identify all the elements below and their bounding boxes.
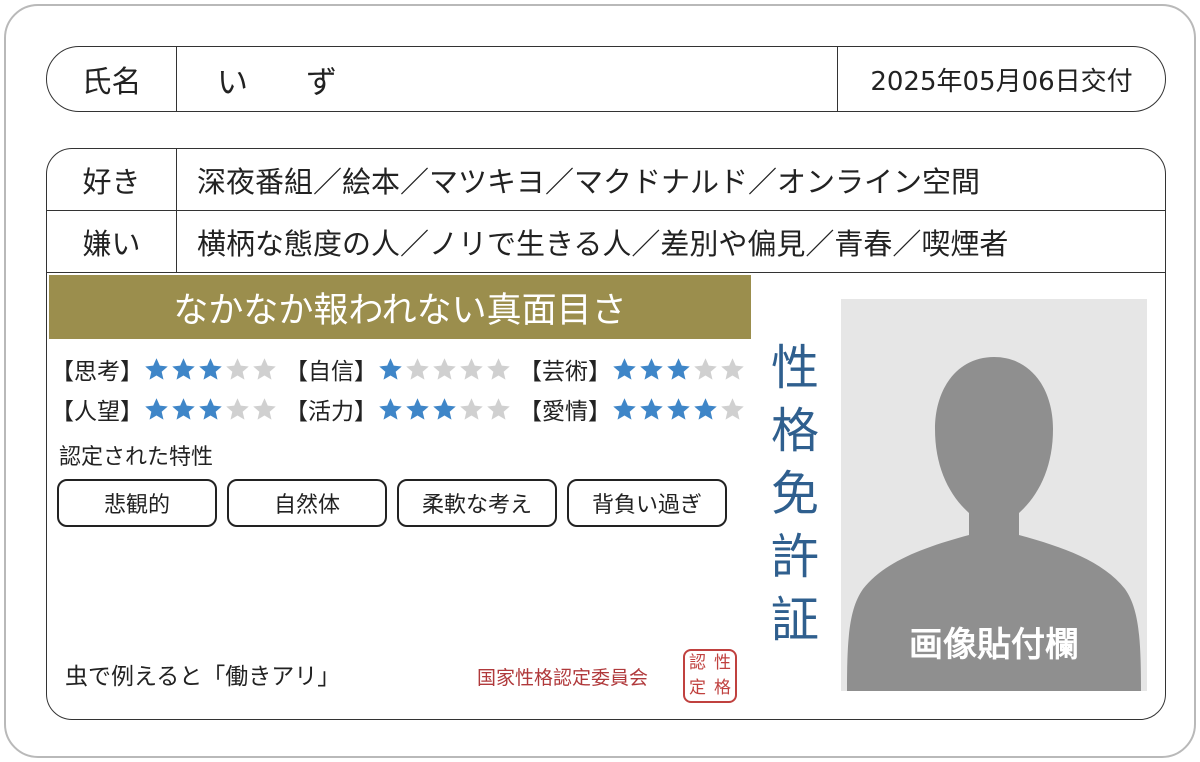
star-rating xyxy=(377,396,512,423)
star-icon xyxy=(251,396,278,423)
issued-date: 2025年05月06日交付 xyxy=(837,47,1165,111)
stat-label: 【自信】 xyxy=(285,359,377,385)
star-icon xyxy=(665,396,692,423)
title-char: 格 xyxy=(770,403,819,459)
title-char: 免 xyxy=(770,466,819,522)
stat-item: 【思考】 xyxy=(51,352,285,386)
profile-box: 好き 深夜番組／絵本／マツキヨ／マクドナルド／オンライン空間 嫌い 横柄な態度の… xyxy=(46,148,1166,720)
star-icon xyxy=(197,396,224,423)
star-rating xyxy=(143,356,278,383)
dislikes-label: 嫌い xyxy=(47,211,177,272)
star-icon xyxy=(665,356,692,383)
committee-name: 国家性格認定委員会 xyxy=(477,667,649,689)
name-label: 氏名 xyxy=(47,47,177,111)
likes-label: 好き xyxy=(47,149,177,210)
star-icon xyxy=(404,396,431,423)
seal-char: 格 xyxy=(714,678,731,698)
trait-badge: 自然体 xyxy=(227,479,387,527)
stat-label: 【芸術】 xyxy=(519,359,611,385)
stat-ratings: 【思考】 【自信】 【芸術】【人望】 【活力】 【愛情】 xyxy=(51,349,761,429)
star-icon xyxy=(431,396,458,423)
title-char: 許 xyxy=(770,529,819,585)
star-icon xyxy=(431,356,458,383)
trait-badge: 柔軟な考え xyxy=(397,479,557,527)
star-icon xyxy=(170,356,197,383)
trait-badge: 背負い過ぎ xyxy=(567,479,727,527)
star-icon xyxy=(638,356,665,383)
seal-stamp: 認 性 定 格 xyxy=(683,649,737,703)
star-icon xyxy=(485,396,512,423)
star-icon xyxy=(197,356,224,383)
star-icon xyxy=(719,356,746,383)
star-icon xyxy=(143,396,170,423)
name-row: 氏名 いず 2025年05月06日交付 xyxy=(46,46,1166,112)
stat-line: 【人望】 【活力】 【愛情】 xyxy=(51,389,761,429)
star-icon xyxy=(692,356,719,383)
star-icon xyxy=(170,396,197,423)
photo-label: 画像貼付欄 xyxy=(909,625,1079,665)
dislikes-value: 横柄な態度の人／ノリで生きる人／差別や偏見／青春／喫煙者 xyxy=(197,226,1009,261)
star-icon xyxy=(638,396,665,423)
star-icon xyxy=(611,356,638,383)
star-icon xyxy=(143,356,170,383)
stat-label: 【活力】 xyxy=(285,399,377,425)
stat-label: 【思考】 xyxy=(51,359,143,385)
star-icon xyxy=(458,356,485,383)
seal-char: 認 xyxy=(689,653,706,673)
traits-title: 認定された特性 xyxy=(59,445,214,470)
star-icon xyxy=(611,396,638,423)
license-card: 氏名 いず 2025年05月06日交付 好き 深夜番組／絵本／マツキヨ／マクドナ… xyxy=(4,4,1196,758)
star-icon xyxy=(458,396,485,423)
stat-label: 【人望】 xyxy=(51,399,143,425)
trait-badge: 悲観的 xyxy=(57,479,217,527)
star-icon xyxy=(404,356,431,383)
likes-row: 好き 深夜番組／絵本／マツキヨ／マクドナルド／オンライン空間 xyxy=(47,149,1165,211)
dislikes-row: 嫌い 横柄な態度の人／ノリで生きる人／差別や偏見／青春／喫煙者 xyxy=(47,211,1165,273)
photo-placeholder: 画像貼付欄 xyxy=(841,299,1147,691)
star-icon xyxy=(377,356,404,383)
star-icon xyxy=(692,396,719,423)
star-icon xyxy=(485,356,512,383)
seal-char: 定 xyxy=(689,678,706,698)
insect-comparison: 虫で例えると「働きアリ」 xyxy=(65,664,341,690)
star-icon xyxy=(719,396,746,423)
trait-list: 悲観的 自然体 柔軟な考え 背負い過ぎ xyxy=(57,479,737,527)
stat-item: 【自信】 xyxy=(285,352,519,386)
title-char: 証 xyxy=(770,592,819,648)
star-rating xyxy=(377,356,512,383)
stat-item: 【人望】 xyxy=(51,392,285,426)
star-rating xyxy=(611,356,746,383)
star-icon xyxy=(377,396,404,423)
stat-label: 【愛情】 xyxy=(519,399,611,425)
star-rating xyxy=(611,396,746,423)
star-rating xyxy=(143,396,278,423)
star-icon xyxy=(224,396,251,423)
name-value: いず xyxy=(217,64,395,101)
stat-line: 【思考】 【自信】 【芸術】 xyxy=(51,349,761,389)
title-char: 性 xyxy=(770,340,819,396)
star-icon xyxy=(224,356,251,383)
likes-value: 深夜番組／絵本／マツキヨ／マクドナルド／オンライン空間 xyxy=(197,164,981,199)
stat-item: 【愛情】 xyxy=(519,392,753,426)
stat-item: 【芸術】 xyxy=(519,352,753,386)
star-icon xyxy=(251,356,278,383)
seal-char: 性 xyxy=(714,653,731,673)
personality-banner: なかなか報われない真面目さ xyxy=(49,275,751,339)
license-title: 性 格 免 許 証 xyxy=(765,337,825,652)
stat-item: 【活力】 xyxy=(285,392,519,426)
